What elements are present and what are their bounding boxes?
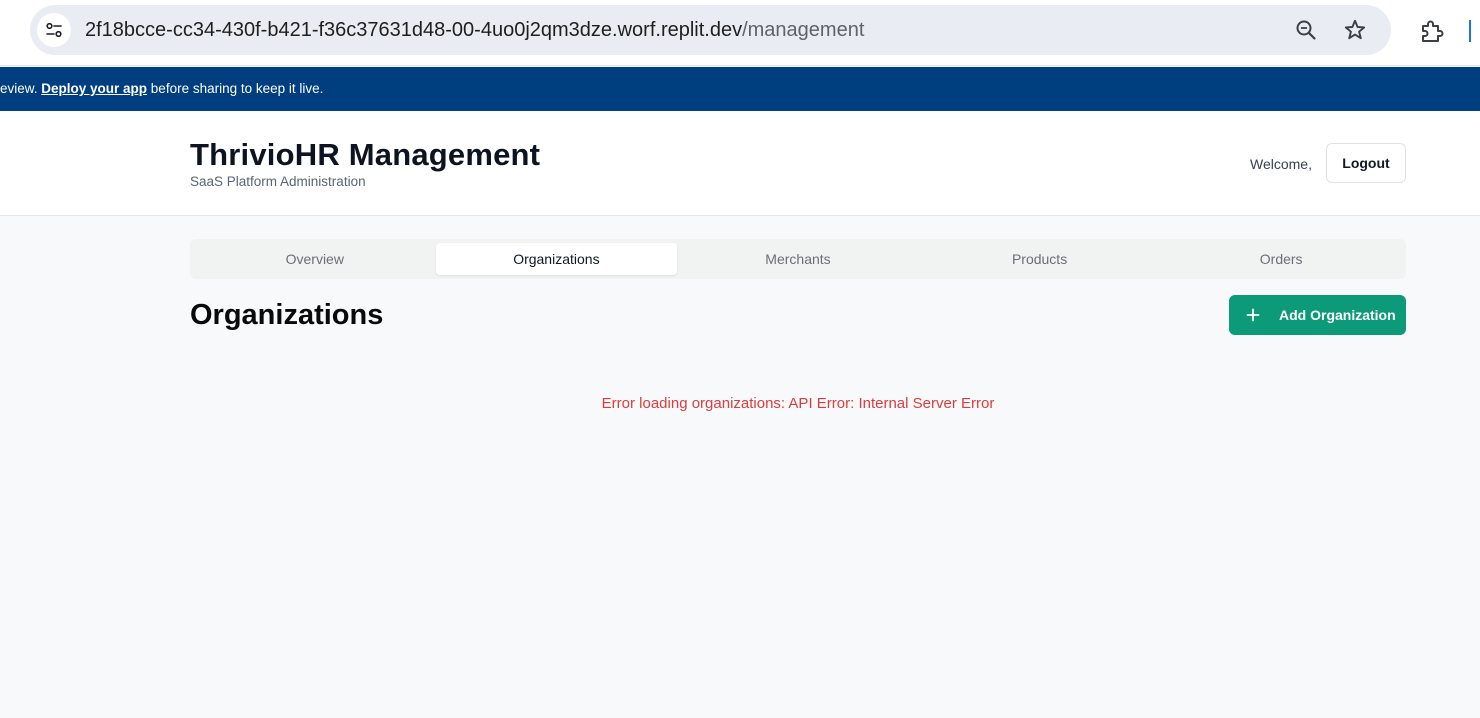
address-bar[interactable]: 2f18bcce-cc34-430f-b421-f36c37631d48-00-… (30, 5, 1391, 55)
management-tabs: Overview Organizations Merchants Product… (190, 239, 1406, 279)
banner-prefix: eview. (0, 81, 42, 96)
app-subtitle: SaaS Platform Administration (190, 174, 366, 189)
error-message: Error loading organizations: API Error: … (601, 395, 995, 412)
tab-organizations[interactable]: Organizations (435, 243, 678, 275)
site-info-icon[interactable] (37, 13, 71, 47)
tab-overview[interactable]: Overview (194, 243, 436, 275)
deploy-app-link[interactable]: Deploy your app (41, 81, 147, 96)
dev-preview-banner: eview. Deploy your app before sharing to… (0, 67, 1480, 111)
tab-merchants[interactable]: Merchants (677, 243, 919, 275)
add-organization-button[interactable]: Add Organization (1229, 295, 1406, 335)
app-header: ThrivioHR Management SaaS Platform Admin… (0, 111, 1480, 216)
url-path: /management (742, 19, 865, 41)
plus-icon (1246, 308, 1260, 322)
star-icon[interactable] (1342, 17, 1368, 43)
banner-suffix: before sharing to keep it live. (147, 81, 324, 96)
page-title: Organizations (190, 299, 384, 331)
tab-orders[interactable]: Orders (1160, 243, 1402, 275)
url-host: 2f18bcce-cc34-430f-b421-f36c37631d48-00-… (85, 19, 743, 41)
tab-products[interactable]: Products (919, 243, 1161, 275)
welcome-text: Welcome, (1250, 156, 1312, 172)
logout-button[interactable]: Logout (1326, 143, 1406, 183)
app-title: ThrivioHR Management (190, 137, 541, 172)
url-text[interactable]: 2f18bcce-cc34-430f-b421-f36c37631d48-00-… (85, 19, 864, 41)
puzzle-icon[interactable] (1417, 16, 1447, 46)
zoom-icon[interactable] (1293, 17, 1319, 43)
add-organization-label: Add Organization (1279, 307, 1396, 323)
banner-text: eview. Deploy your app before sharing to… (0, 81, 323, 96)
toolbar-edge-marker (1469, 20, 1471, 42)
browser-toolbar: 2f18bcce-cc34-430f-b421-f36c37631d48-00-… (0, 0, 1480, 66)
